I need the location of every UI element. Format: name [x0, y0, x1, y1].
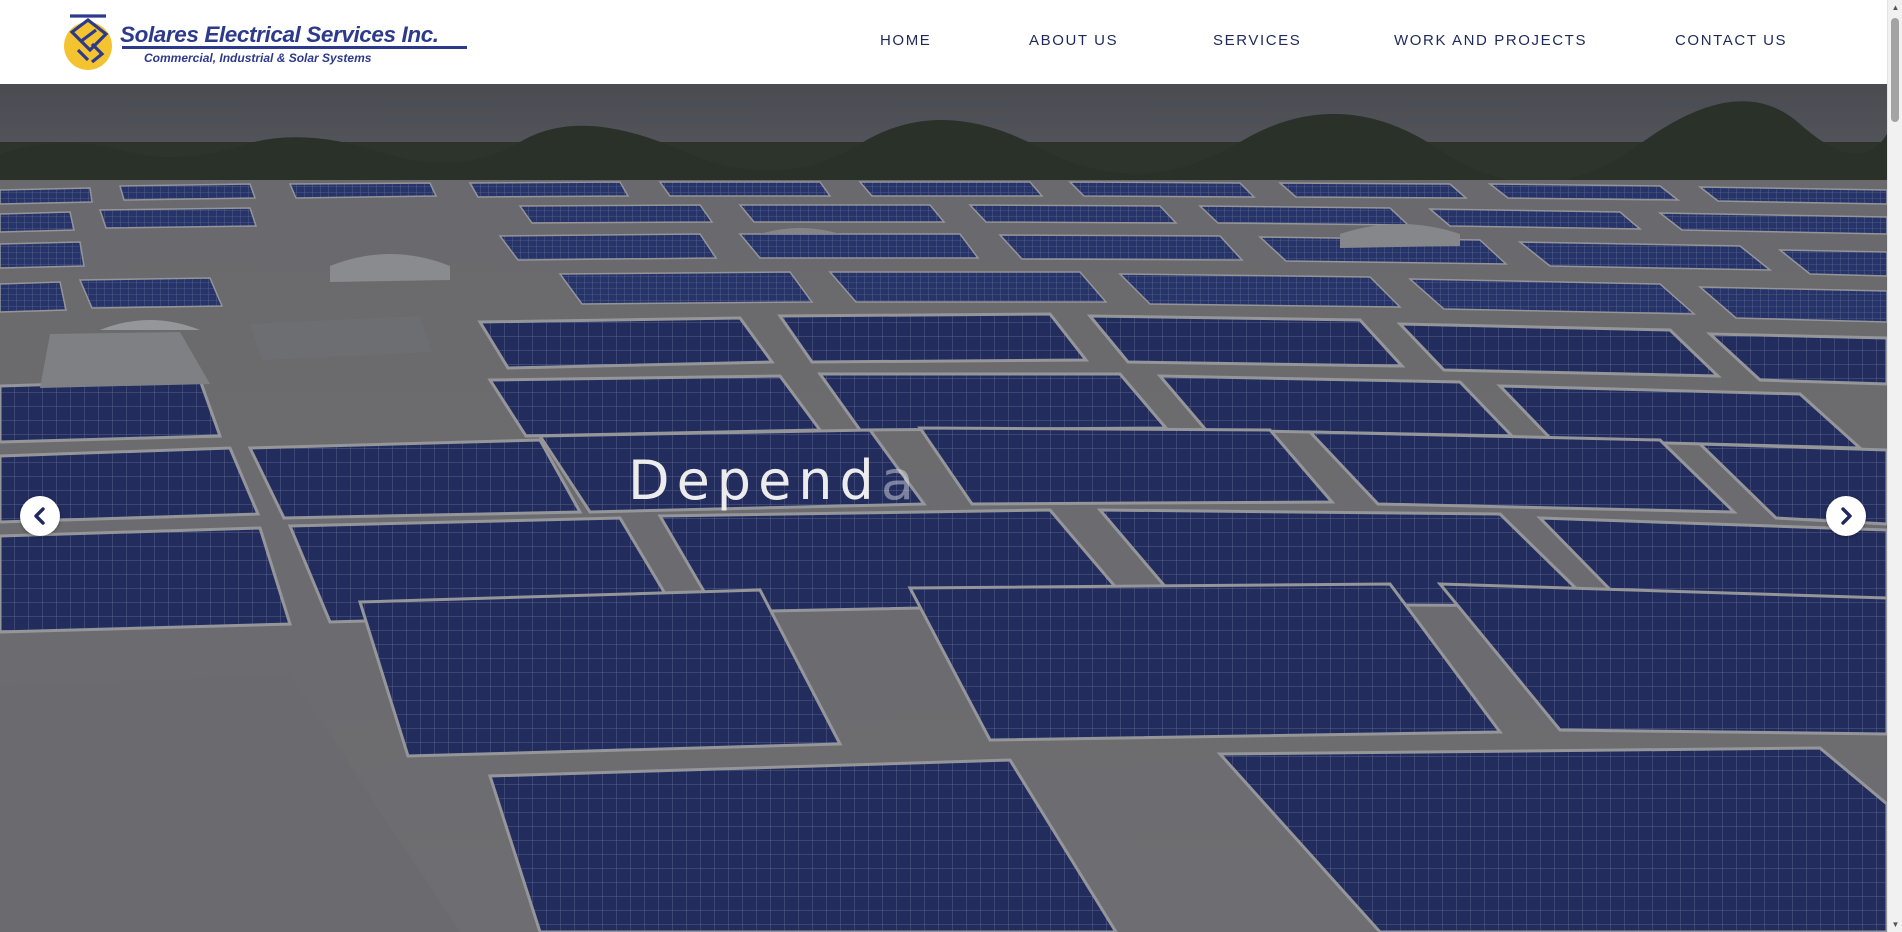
site-header: Solares Electrical Services Inc. Commerc…	[0, 0, 1887, 84]
nav-item-home[interactable]: HOME	[880, 32, 931, 49]
hero-heading-fading-letter: a	[880, 449, 921, 512]
page-scrollbar[interactable]: ▲ ▼	[1887, 0, 1902, 932]
brand-tagline: Commercial, Industrial & Solar Systems	[144, 51, 372, 65]
sun-grid-logo-icon	[64, 14, 112, 70]
scroll-up-arrow-icon[interactable]: ▲	[1888, 0, 1902, 15]
chevron-right-icon	[1841, 507, 1852, 525]
slider-next-button[interactable]	[1826, 496, 1866, 536]
brand-underline	[122, 46, 467, 49]
scroll-down-arrow-icon[interactable]: ▼	[1888, 917, 1902, 932]
hero-heading: Dependa	[628, 449, 921, 512]
nav-item-about-us[interactable]: ABOUT US	[1029, 32, 1118, 49]
nav-item-contact-us[interactable]: CONTACT US	[1675, 32, 1787, 49]
slider-prev-button[interactable]	[20, 496, 60, 536]
hero-slider: Dependa	[0, 84, 1887, 932]
hero-heading-text: Depend	[628, 449, 881, 512]
nav-item-services[interactable]: SERVICES	[1213, 32, 1301, 49]
nav-item-work-and-projects[interactable]: WORK AND PROJECTS	[1394, 32, 1587, 49]
scrollbar-thumb[interactable]	[1891, 18, 1899, 122]
brand-name: Solares Electrical Services Inc.	[120, 22, 439, 47]
site-logo[interactable]: Solares Electrical Services Inc. Commerc…	[62, 10, 467, 74]
hero-dark-overlay	[0, 84, 1887, 932]
chevron-left-icon	[34, 507, 45, 525]
